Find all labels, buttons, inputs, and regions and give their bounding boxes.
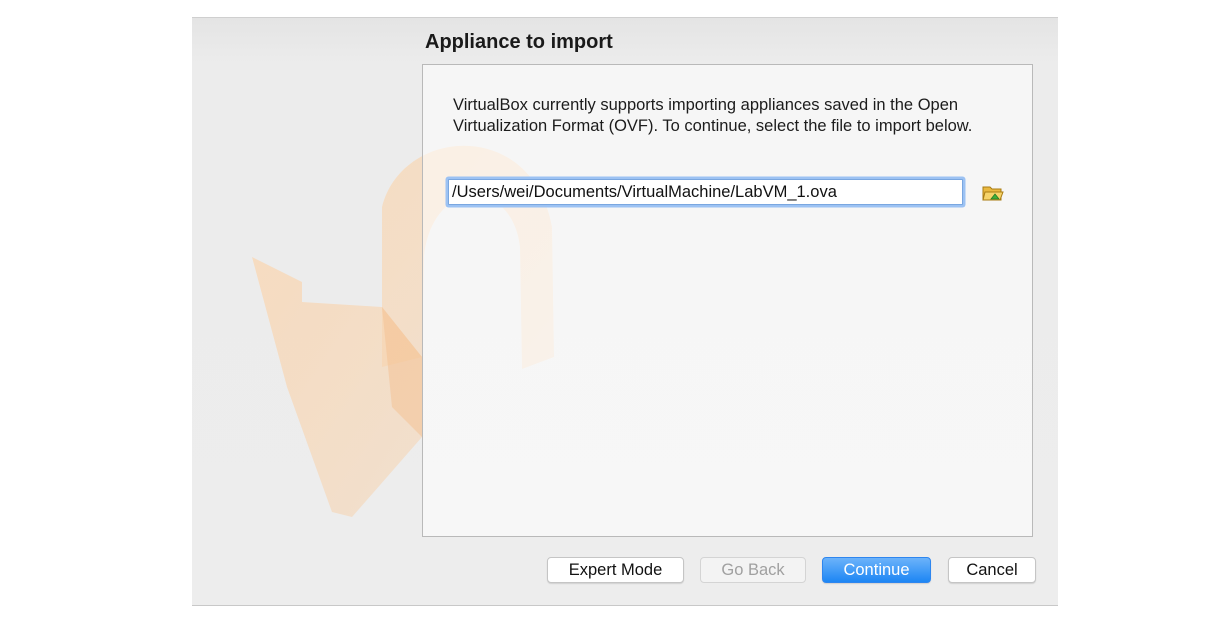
browse-file-button[interactable] (981, 182, 1005, 204)
description-text: VirtualBox currently supports importing … (453, 96, 973, 135)
file-path-input[interactable] (448, 179, 963, 205)
page-title: Appliance to import (425, 31, 613, 53)
go-back-button[interactable]: Go Back (700, 557, 806, 583)
expert-mode-button[interactable]: Expert Mode (547, 557, 684, 583)
content-panel: VirtualBox currently supports importing … (422, 64, 1033, 537)
folder-open-icon (982, 186, 1004, 201)
import-appliance-dialog: Appliance to import VirtualBox currently… (192, 17, 1058, 606)
continue-button[interactable]: Continue (822, 557, 931, 583)
cancel-button[interactable]: Cancel (948, 557, 1036, 583)
